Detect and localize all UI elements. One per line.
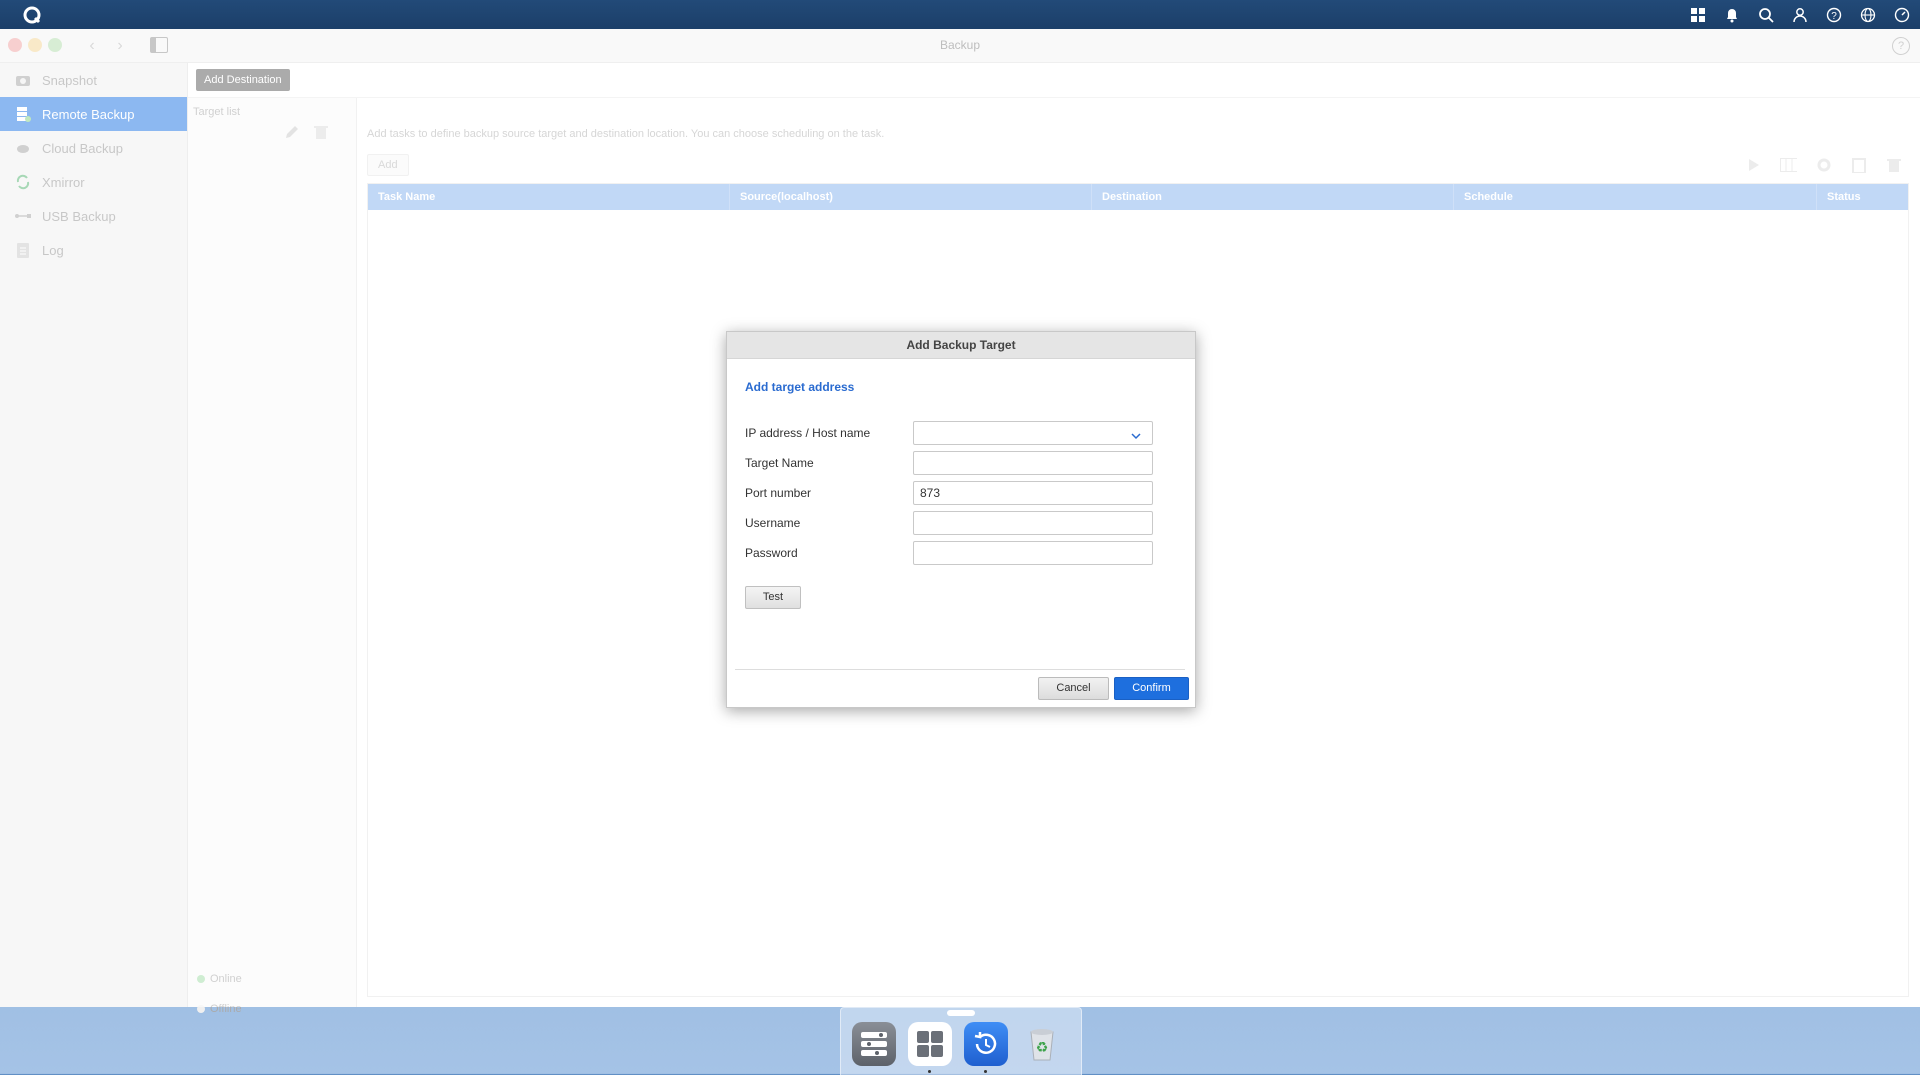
svg-text:♻: ♻ <box>1036 1040 1049 1056</box>
ip-host-combobox[interactable] <box>913 421 1153 445</box>
language-globe-icon[interactable] <box>1856 3 1880 27</box>
apps-grid-icon[interactable] <box>1686 3 1710 27</box>
username-input[interactable] <box>913 511 1153 535</box>
confirm-button[interactable]: Confirm <box>1114 677 1189 700</box>
field-port-number: Port number 873 <box>745 481 1175 505</box>
test-connection-button[interactable]: Test <box>745 586 801 609</box>
field-username: Username <box>745 511 1175 535</box>
running-indicator <box>928 1070 931 1073</box>
search-icon[interactable] <box>1754 3 1778 27</box>
field-label: Port number <box>745 486 812 500</box>
dashboard-gauge-icon[interactable] <box>1890 3 1914 27</box>
app-center-icon[interactable] <box>908 1022 952 1073</box>
field-label: Username <box>745 516 801 530</box>
dock-apps: ♻ <box>852 1022 1064 1073</box>
app-dock: ♻ <box>840 1007 1082 1075</box>
field-password: Password <box>745 541 1175 565</box>
dock-handle[interactable] <box>947 1010 975 1016</box>
control-panel-app-icon[interactable] <box>852 1022 896 1066</box>
system-tray: ? <box>1686 0 1914 29</box>
target-name-input[interactable] <box>913 451 1153 475</box>
cancel-button[interactable]: Cancel <box>1038 677 1109 700</box>
running-indicator <box>984 1070 987 1073</box>
notification-bell-icon[interactable] <box>1720 3 1744 27</box>
field-target-name: Target Name <box>745 451 1175 475</box>
field-ip-host: IP address / Host name <box>745 421 1175 445</box>
field-label: IP address / Host name <box>745 426 871 440</box>
password-input[interactable] <box>913 541 1153 565</box>
field-label: Password <box>745 546 798 560</box>
svg-text:?: ? <box>1831 11 1837 22</box>
recycle-bin-icon[interactable]: ♻ <box>1020 1022 1064 1066</box>
system-top-bar: ? <box>0 0 1920 29</box>
qnap-logo-icon[interactable] <box>20 3 44 27</box>
dialog-divider <box>735 669 1185 670</box>
add-backup-target-dialog: Add Backup Target Add target address IP … <box>726 331 1196 708</box>
dialog-title: Add Backup Target <box>727 332 1195 359</box>
port-number-input[interactable]: 873 <box>913 481 1153 505</box>
dialog-subtitle: Add target address <box>745 380 855 394</box>
help-icon[interactable]: ? <box>1822 3 1846 27</box>
user-icon[interactable] <box>1788 3 1812 27</box>
chevron-down-icon[interactable] <box>1131 427 1169 445</box>
backup-app-icon[interactable] <box>964 1022 1008 1073</box>
field-label: Target Name <box>745 456 814 470</box>
